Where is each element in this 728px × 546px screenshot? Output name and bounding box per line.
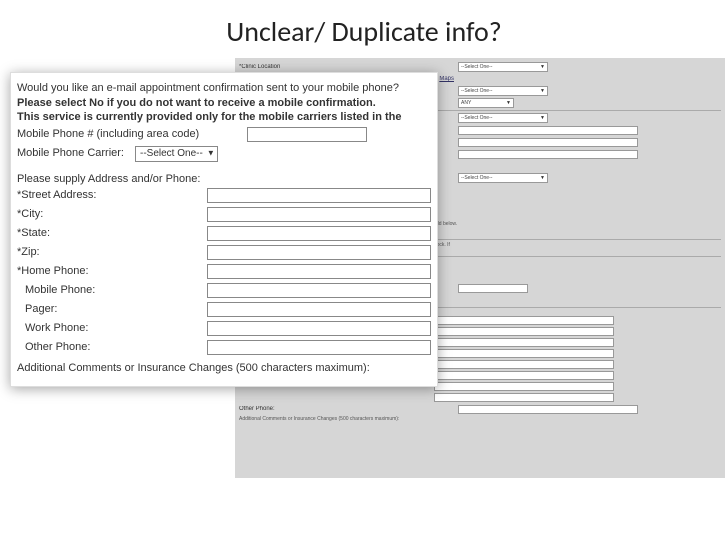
city-input[interactable] <box>207 207 431 222</box>
slide-title: Unclear/ Duplicate info? <box>0 0 728 57</box>
back-addr-input-2[interactable] <box>434 327 614 336</box>
street-label: *Street Address: <box>17 188 207 203</box>
city-label: *City: <box>17 207 207 222</box>
work-phone-label: Work Phone: <box>17 321 207 336</box>
address-prompt: Please supply Address and/or Phone: <box>17 172 431 187</box>
mobile-phone-input[interactable] <box>207 283 431 298</box>
specialty-select[interactable]: --Select One--▼ <box>458 86 548 96</box>
back-addr-input-3[interactable] <box>434 338 614 347</box>
reason-select[interactable]: --Select One--▼ <box>458 113 548 123</box>
pager-input[interactable] <box>207 302 431 317</box>
back-addr-input-4[interactable] <box>434 349 614 358</box>
back-addr-input-7[interactable] <box>434 382 614 391</box>
work-phone-input[interactable] <box>207 321 431 336</box>
state-input[interactable] <box>207 226 431 241</box>
foreground-form-panel: Would you like an e-mail appointment con… <box>10 72 438 387</box>
mobile-phone-label: Mobile Phone: <box>17 283 207 298</box>
back-addr-input-1[interactable] <box>434 316 614 325</box>
home-phone-label: *Home Phone: <box>17 264 207 279</box>
pager-label: Pager: <box>17 302 207 317</box>
onset-input[interactable] <box>458 150 638 159</box>
generic-select[interactable]: --Select One--▼ <box>458 173 548 183</box>
mobile-carrier-label: Mobile Phone Carrier: <box>17 146 135 161</box>
comments-label: Additional Comments or Insurance Changes… <box>17 361 431 376</box>
other-phone-back-input[interactable] <box>458 405 638 414</box>
street-input[interactable] <box>207 188 431 203</box>
intro-line-2: Please select No if you do not want to r… <box>17 96 431 111</box>
intro-line-1: Would you like an e-mail appointment con… <box>17 81 431 96</box>
reason-other-input[interactable] <box>458 126 638 135</box>
other-phone-back-label: Other Phone: <box>239 406 454 412</box>
mobile-num-label: Mobile Phone # (including area code) <box>17 127 247 142</box>
comments-back-label: Additional Comments or Insurance Changes… <box>239 416 721 422</box>
other-phone-label: Other Phone: <box>17 340 207 355</box>
back-addr-input-8[interactable] <box>434 393 614 402</box>
home-phone-input[interactable] <box>207 264 431 279</box>
back-addr-input-5[interactable] <box>434 360 614 369</box>
zip-input[interactable] <box>207 245 431 260</box>
zip-label: *Zip: <box>17 245 207 260</box>
clinic-location-select[interactable]: --Select One--▼ <box>458 62 548 72</box>
clinic-location-label: *Clinic Location <box>239 64 454 70</box>
provider-select[interactable]: ANY▼ <box>458 98 514 108</box>
back-addr-input-6[interactable] <box>434 371 614 380</box>
area-code-input[interactable] <box>458 284 528 293</box>
mobile-num-input[interactable] <box>247 127 367 142</box>
mobile-carrier-select[interactable]: --Select One--▼ <box>135 146 218 162</box>
intro-line-3: This service is currently provided only … <box>17 110 431 125</box>
diagnosis-input[interactable] <box>458 138 638 147</box>
state-label: *State: <box>17 226 207 241</box>
other-phone-input[interactable] <box>207 340 431 355</box>
